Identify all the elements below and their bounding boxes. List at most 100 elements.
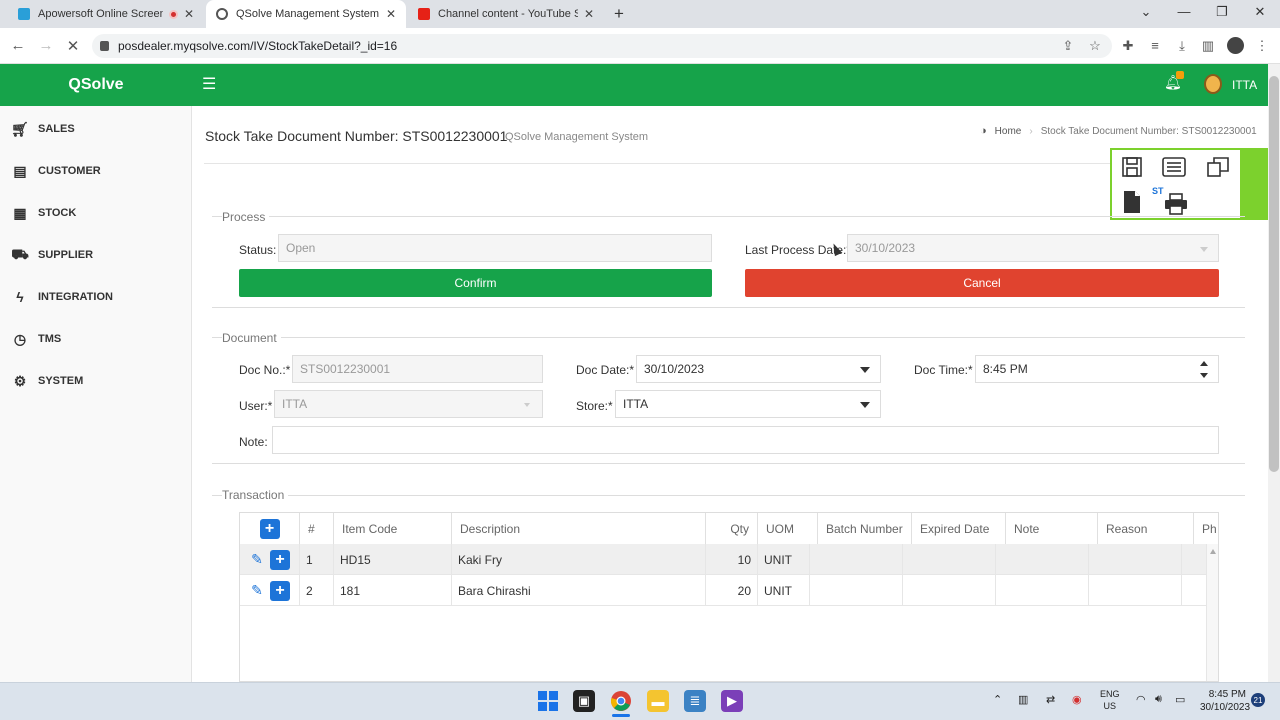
share-icon[interactable]: ⇪ xyxy=(1060,38,1076,54)
user-name[interactable]: ITTA xyxy=(1232,78,1257,92)
column-header[interactable]: Item Code xyxy=(334,513,452,544)
store-field[interactable]: ITTA xyxy=(615,390,881,418)
user-avatar[interactable] xyxy=(1204,74,1222,94)
copy-icon[interactable] xyxy=(1203,153,1233,181)
add-row-button[interactable]: + xyxy=(270,549,290,570)
tab-search-chevron-icon[interactable]: ⌄ xyxy=(1136,4,1156,20)
close-tab-icon[interactable]: ✕ xyxy=(578,7,594,21)
column-header[interactable]: Reason xyxy=(1098,513,1194,544)
clock-time: 8:45 PM xyxy=(1208,689,1246,700)
maximize-icon[interactable]: ❐ xyxy=(1212,4,1232,20)
sidebar-item-sales[interactable]: 🛒︎ SALES xyxy=(10,117,180,141)
tray-app-icon[interactable]: ▥ xyxy=(1018,693,1028,706)
column-header[interactable]: Qty xyxy=(706,513,758,544)
confirm-button[interactable]: Confirm xyxy=(239,269,712,297)
task-view-icon[interactable]: ▣ xyxy=(573,690,595,712)
battery-icon[interactable]: ▭ xyxy=(1175,693,1185,706)
sidebar-item-tms[interactable]: ◷ TMS xyxy=(10,327,180,351)
transaction-legend: Transaction xyxy=(222,488,289,502)
browser-tab-apowersoft[interactable]: Apowersoft Online Screen R ✕ xyxy=(8,0,204,28)
close-window-icon[interactable]: ✕ xyxy=(1250,4,1270,20)
volume-icon[interactable]: 🔊︎ xyxy=(1155,693,1162,706)
cell-item-code: 181 xyxy=(334,575,452,606)
doc-date-value: 30/10/2023 xyxy=(644,362,705,376)
profile-avatar-icon[interactable] xyxy=(1227,37,1244,54)
new-tab-button[interactable]: + xyxy=(614,4,624,24)
print-icon[interactable] xyxy=(1161,190,1191,218)
cell-qty: 20 xyxy=(706,575,758,606)
wifi-icon[interactable]: ◠ xyxy=(1136,693,1146,706)
tray-recorder-icon[interactable]: ◉ xyxy=(1072,693,1082,706)
edit-icon[interactable]: ✎ xyxy=(248,582,266,600)
status-field[interactable]: Open xyxy=(278,234,712,262)
cell-no: 2 xyxy=(300,575,334,606)
close-tab-icon[interactable]: ✕ xyxy=(178,7,194,21)
video-editor-icon[interactable]: ▶ xyxy=(721,690,743,712)
sidebar-item-stock[interactable]: ▦ STOCK xyxy=(10,201,180,225)
sidebar-item-supplier[interactable]: ⛟ SUPPLIER xyxy=(10,243,180,267)
dashboard-icon: ◑ xyxy=(980,125,987,137)
table-scrollbar[interactable] xyxy=(1206,544,1218,681)
column-header[interactable]: Note xyxy=(1006,513,1098,544)
file-explorer-icon[interactable]: ▬ xyxy=(647,690,669,712)
forward-arrow-icon[interactable]: → xyxy=(37,37,55,54)
doc-time-field[interactable]: 8:45 PM xyxy=(975,355,1219,383)
close-tab-icon[interactable]: ✕ xyxy=(380,7,396,21)
windows-start-icon[interactable] xyxy=(537,690,559,712)
spinner-up-icon[interactable] xyxy=(1200,361,1208,366)
page-scrollbar-thumb[interactable] xyxy=(1269,76,1279,472)
tray-network-app-icon[interactable]: ⇄ xyxy=(1046,693,1055,706)
browser-tab-qsolve[interactable]: QSolve Management System ✕ xyxy=(206,0,406,28)
taskbar-clock[interactable]: 8:45 PM 30/10/2023 xyxy=(1200,688,1250,714)
reload-icon[interactable]: ✕ xyxy=(64,37,82,55)
media-icon[interactable]: ≡ xyxy=(1147,38,1163,53)
address-bar[interactable]: posdealer.myqsolve.com/IV/StockTakeDetai… xyxy=(92,34,1112,58)
table-row[interactable]: ✎ + 2 181 Bara Chirashi 20 UNIT xyxy=(240,575,1206,606)
column-header[interactable]: Batch Number xyxy=(818,513,912,544)
browser-menu-icon[interactable]: ⋮ xyxy=(1254,38,1270,54)
note-field[interactable] xyxy=(272,426,1219,454)
status-label: Status: xyxy=(239,243,277,257)
doc-date-field[interactable]: 30/10/2023 xyxy=(636,355,881,383)
chrome-icon[interactable] xyxy=(610,690,632,712)
extensions-icon[interactable]: ✚ xyxy=(1120,38,1136,54)
add-row-button[interactable]: + xyxy=(259,518,280,539)
list-icon[interactable] xyxy=(1159,153,1189,181)
divider xyxy=(204,163,1254,164)
brand-logo[interactable]: QSolve xyxy=(0,64,192,106)
minimize-icon[interactable]: — xyxy=(1174,4,1194,19)
column-header[interactable]: Ph xyxy=(1194,513,1218,544)
sidebar-item-customer[interactable]: ▤ CUSTOMER xyxy=(10,159,180,183)
tray-chevron-up-icon[interactable]: ⌃ xyxy=(993,693,1002,706)
document-icon[interactable] xyxy=(1117,188,1147,216)
breadcrumb-home[interactable]: Home xyxy=(995,126,1022,137)
sidebar-item-label: TMS xyxy=(38,333,62,345)
cancel-button[interactable]: Cancel xyxy=(745,269,1219,297)
sidebar-item-integration[interactable]: ϟ INTEGRATION xyxy=(10,285,180,309)
column-header[interactable]: Description xyxy=(452,513,706,544)
sidebar-item-system[interactable]: ⚙ SYSTEM xyxy=(10,369,180,393)
table-row[interactable]: ✎ + 1 HD15 Kaki Fry 10 UNIT xyxy=(240,544,1206,575)
user-field[interactable]: ITTA xyxy=(274,390,543,418)
chevron-down-icon xyxy=(1200,247,1208,252)
side-panel-icon[interactable]: ▥ xyxy=(1200,38,1216,54)
last-process-date-field[interactable]: 30/10/2023 xyxy=(847,234,1219,262)
spinner-down-icon[interactable] xyxy=(1200,373,1208,378)
cell-description: Kaki Fry xyxy=(452,544,706,575)
doc-no-field[interactable]: STS0012230001 xyxy=(292,355,543,383)
download-icon[interactable]: ⤓ xyxy=(1174,38,1190,54)
bookmark-star-icon[interactable]: ☆ xyxy=(1087,38,1103,54)
language-indicator[interactable]: ENG US xyxy=(1100,688,1120,712)
save-icon[interactable] xyxy=(1117,153,1147,181)
hamburger-menu-icon[interactable]: ☰ xyxy=(202,74,216,94)
add-row-button[interactable]: + xyxy=(270,580,290,601)
scroll-up-icon[interactable] xyxy=(1210,549,1216,554)
column-header[interactable]: Expired Date xyxy=(912,513,1006,544)
edit-icon[interactable]: ✎ xyxy=(248,551,266,569)
notepad-icon[interactable]: ≣ xyxy=(684,690,706,712)
notification-count-badge[interactable]: 21 xyxy=(1251,693,1265,707)
browser-tab-youtube[interactable]: Channel content - YouTube Stud ✕ xyxy=(408,0,604,28)
back-arrow-icon[interactable]: ← xyxy=(9,37,27,54)
column-header[interactable]: UOM xyxy=(758,513,818,544)
column-header[interactable]: # xyxy=(300,513,334,544)
